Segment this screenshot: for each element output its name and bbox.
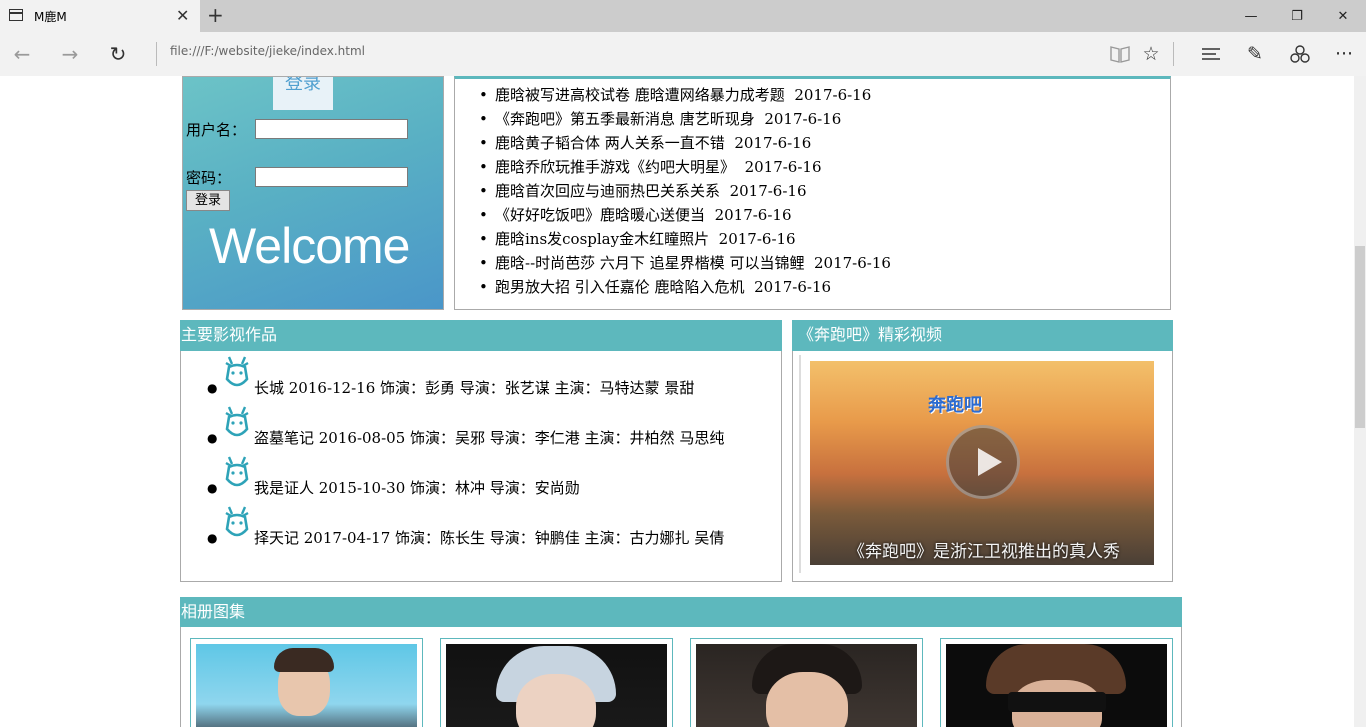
more-icon[interactable]: ···	[1326, 32, 1362, 76]
album-heading: 相册图集	[180, 597, 1182, 627]
url-field[interactable]: file:///F:/website/jieke/index.html	[170, 44, 365, 58]
password-input[interactable]	[255, 167, 408, 187]
news-item[interactable]: 跑男放大招 引入任嘉伦 鹿晗陷入危机 2017-6-16	[477, 275, 891, 299]
album-item[interactable]	[440, 638, 673, 727]
album-photo[interactable]	[196, 644, 417, 727]
album-photo[interactable]	[696, 644, 917, 727]
news-date: 2017-6-16	[729, 182, 807, 200]
deer-icon	[225, 456, 249, 487]
forward-button[interactable]: →	[50, 32, 90, 76]
login-panel: 登录 用户名： 密码： 登录 Welcome	[182, 76, 444, 310]
news-title[interactable]: 鹿晗被写进高校试卷 鹿晗遭网络暴力成考题	[495, 86, 785, 104]
scrollbar-thumb[interactable]	[1355, 246, 1365, 428]
video-logo: 奔跑吧	[928, 395, 982, 416]
tab-bar: M鹿M ✕ + — ❐ ✕	[0, 0, 1366, 32]
face-shape	[766, 672, 848, 727]
login-logo: 登录	[273, 77, 333, 110]
news-item[interactable]: 鹿晗乔欣玩推手游戏《约吧大明星》 2017-6-16	[477, 155, 891, 179]
video-panel: 《奔跑吧》精彩视频 奔跑吧 《奔跑吧》是浙江卫视推出的真人秀	[792, 320, 1173, 582]
album-photo[interactable]	[946, 644, 1167, 727]
login-button[interactable]: 登录	[186, 190, 230, 211]
news-title[interactable]: 鹿晗首次回应与迪丽热巴关系关系	[495, 182, 720, 200]
news-title[interactable]: 鹿晗--时尚芭莎 六月下 追星界楷模 可以当锦鲤	[495, 254, 804, 272]
news-title[interactable]: 《好好吃饭吧》鹿晗暖心送便当	[495, 206, 705, 224]
album-item[interactable]	[690, 638, 923, 727]
password-label: 密码：	[186, 169, 232, 187]
hub-lines-icon	[1202, 48, 1220, 60]
deer-icon	[225, 356, 249, 387]
hub-icon[interactable]	[1193, 32, 1229, 76]
news-title[interactable]: 鹿晗ins发cosplay金木红瞳照片	[495, 230, 709, 248]
news-date: 2017-6-16	[764, 110, 842, 128]
album-item[interactable]	[940, 638, 1173, 727]
vertical-scrollbar[interactable]	[1354, 76, 1366, 727]
works-text[interactable]: 长城 2016-12-16 饰演：彭勇 导演：张艺谋 主演：马特达蒙 景甜	[254, 377, 694, 398]
refresh-button[interactable]: ↻	[98, 32, 138, 76]
bullet: ●	[207, 381, 218, 395]
works-panel: 主要影视作品 ● 长城 2016-12-16 饰演：彭勇 导演：张艺谋 主演：马…	[180, 320, 782, 582]
works-heading: 主要影视作品	[180, 320, 782, 351]
news-item[interactable]: 鹿晗黄子韬合体 两人关系一直不错 2017-6-16	[477, 131, 891, 155]
video-heading: 《奔跑吧》精彩视频	[792, 320, 1173, 351]
news-title[interactable]: 鹿晗黄子韬合体 两人关系一直不错	[495, 134, 725, 152]
news-item[interactable]: 鹿晗被写进高校试卷 鹿晗遭网络暴力成考题 2017-6-16	[477, 83, 891, 107]
news-date: 2017-6-16	[754, 278, 832, 296]
face-shape	[516, 674, 596, 727]
news-item[interactable]: 鹿晗ins发cosplay金木红瞳照片 2017-6-16	[477, 227, 891, 251]
favorite-star-icon[interactable]: ☆	[1133, 32, 1169, 76]
tab-title: M鹿M	[34, 10, 67, 24]
hair-shape	[274, 648, 334, 672]
works-text[interactable]: 盗墓笔记 2016-08-05 饰演：吴邪 导演：李仁港 主演：井柏然 马思纯	[254, 427, 724, 448]
deer-icon	[225, 506, 249, 537]
news-date: 2017-6-16	[794, 86, 872, 104]
video-frame: 奔跑吧 《奔跑吧》是浙江卫视推出的真人秀	[799, 355, 1158, 573]
video-thumbnail[interactable]: 奔跑吧 《奔跑吧》是浙江卫视推出的真人秀	[810, 361, 1154, 565]
news-item[interactable]: 鹿晗首次回应与迪丽热巴关系关系 2017-6-16	[477, 179, 891, 203]
album-panel: 相册图集	[180, 597, 1182, 727]
video-caption: 《奔跑吧》是浙江卫视推出的真人秀	[848, 542, 1120, 562]
username-input[interactable]	[255, 119, 408, 139]
share-glyph-icon	[1290, 45, 1310, 63]
share-icon[interactable]	[1282, 32, 1318, 76]
bullet: ●	[207, 481, 218, 495]
browser-tab[interactable]: M鹿M ✕	[0, 0, 200, 32]
news-item[interactable]: 《奔跑吧》第五季最新消息 唐艺昕现身 2017-6-16	[477, 107, 891, 131]
bullet: ●	[207, 531, 218, 545]
book-icon	[1110, 46, 1130, 63]
username-label: 用户名：	[186, 121, 247, 139]
news-date: 2017-6-16	[814, 254, 891, 272]
bullet: ●	[207, 431, 218, 445]
news-date: 2017-6-16	[714, 206, 792, 224]
address-bar: ← → ↻ file:///F:/website/jieke/index.htm…	[0, 32, 1366, 76]
news-title[interactable]: 跑男放大招 引入任嘉伦 鹿晗陷入危机	[495, 278, 745, 296]
deer-icon	[225, 406, 249, 437]
web-note-icon[interactable]: ✎	[1237, 32, 1273, 76]
minimize-button[interactable]: —	[1228, 0, 1274, 32]
news-list: 鹿晗被写进高校试卷 鹿晗遭网络暴力成考题 2017-6-16 《奔跑吧》第五季最…	[477, 83, 891, 299]
news-date: 2017-6-16	[734, 134, 812, 152]
news-title[interactable]: 鹿晗乔欣玩推手游戏《约吧大明星》	[495, 158, 735, 176]
back-button[interactable]: ←	[2, 32, 42, 76]
play-icon[interactable]	[946, 425, 1020, 499]
address-divider	[156, 42, 157, 66]
sunglasses-icon	[1008, 692, 1106, 712]
news-date: 2017-6-16	[744, 158, 822, 176]
restore-button[interactable]: ❐	[1274, 0, 1320, 32]
page-viewport: 登录 用户名： 密码： 登录 Welcome 鹿晗被写进高校试卷 鹿晗遭网络暴力…	[0, 76, 1354, 727]
news-item[interactable]: 鹿晗--时尚芭莎 六月下 追星界楷模 可以当锦鲤 2017-6-16	[477, 251, 891, 275]
works-text[interactable]: 我是证人 2015-10-30 饰演：林冲 导演：安尚勋	[254, 477, 580, 498]
album-item[interactable]	[190, 638, 423, 727]
news-item[interactable]: 《好好吃饭吧》鹿晗暖心送便当 2017-6-16	[477, 203, 891, 227]
album-photo[interactable]	[446, 644, 667, 727]
close-tab-icon[interactable]: ✕	[176, 6, 189, 25]
close-window-button[interactable]: ✕	[1320, 0, 1366, 32]
new-tab-button[interactable]: +	[207, 3, 224, 27]
works-text[interactable]: 择天记 2017-04-17 饰演：陈长生 导演：钟鹏佳 主演：古力娜扎 吴倩	[254, 527, 724, 548]
news-title[interactable]: 《奔跑吧》第五季最新消息 唐艺昕现身	[495, 110, 755, 128]
page-icon	[9, 9, 23, 21]
news-date: 2017-6-16	[718, 230, 796, 248]
news-panel: 鹿晗被写进高校试卷 鹿晗遭网络暴力成考题 2017-6-16 《奔跑吧》第五季最…	[454, 76, 1171, 310]
welcome-text: Welcome	[209, 218, 410, 274]
toolbar-divider	[1173, 42, 1174, 66]
